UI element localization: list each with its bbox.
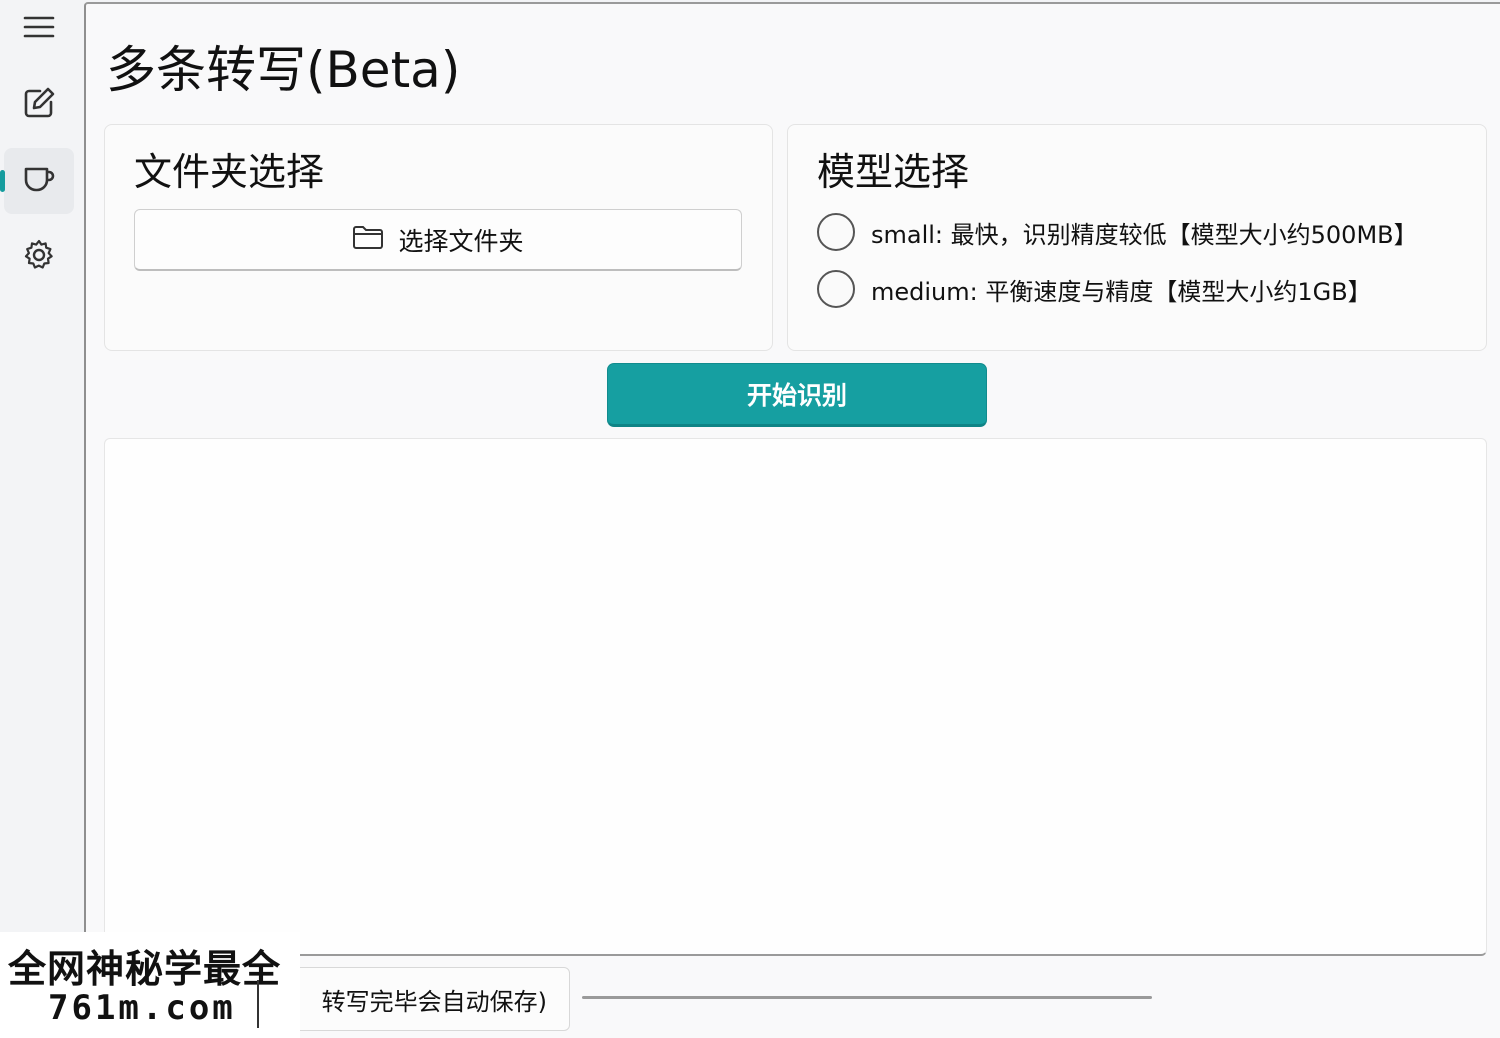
model-select-card: 模型选择 small: 最快，识别精度较低【模型大小约500MB】 medium… bbox=[787, 124, 1487, 351]
menu-button[interactable] bbox=[4, 0, 74, 62]
edit-icon bbox=[22, 86, 56, 124]
nav-item-settings[interactable] bbox=[4, 224, 74, 290]
folder-icon bbox=[352, 224, 384, 256]
radio-button[interactable] bbox=[817, 213, 855, 251]
save-info-label: 转写完毕会自动保存) bbox=[321, 987, 547, 1016]
model-option-medium[interactable]: medium: 平衡速度与精度【模型大小约1GB】 bbox=[817, 270, 1372, 308]
nav-item-transcribe[interactable] bbox=[0, 148, 74, 214]
output-textarea[interactable] bbox=[104, 438, 1487, 956]
hamburger-menu-icon bbox=[23, 13, 55, 45]
watermark-line2: 761m.com bbox=[48, 988, 236, 1028]
select-folder-button[interactable]: 选择文件夹 bbox=[134, 209, 742, 271]
main-content: 多条转写(Beta) 文件夹选择 选择文件夹 模型选择 small: 最快，识别… bbox=[84, 2, 1500, 1038]
watermark-line1: 全网神秘学最全 bbox=[8, 947, 282, 991]
model-option-label: medium: 平衡速度与精度【模型大小约1GB】 bbox=[871, 277, 1372, 306]
progress-bar bbox=[582, 996, 1152, 999]
radio-button[interactable] bbox=[817, 270, 855, 308]
gear-icon bbox=[22, 238, 56, 276]
model-option-small[interactable]: small: 最快，识别精度较低【模型大小约500MB】 bbox=[817, 213, 1418, 251]
watermark: 全网神秘学最全 761m.com bbox=[0, 932, 300, 1038]
folder-select-card: 文件夹选择 选择文件夹 bbox=[104, 124, 773, 351]
save-info-button[interactable]: 转写完毕会自动保存) bbox=[258, 967, 570, 1031]
nav-item-edit[interactable] bbox=[4, 72, 74, 138]
model-card-title: 模型选择 bbox=[817, 150, 970, 194]
model-option-label: small: 最快，识别精度较低【模型大小约500MB】 bbox=[871, 220, 1418, 249]
sidebar bbox=[0, 0, 84, 1038]
start-recognition-button[interactable]: 开始识别 bbox=[607, 363, 987, 427]
cup-icon bbox=[22, 162, 56, 200]
select-folder-label: 选择文件夹 bbox=[398, 226, 524, 256]
watermark-divider bbox=[257, 980, 259, 1028]
folder-card-title: 文件夹选择 bbox=[134, 150, 325, 194]
page-title: 多条转写(Beta) bbox=[106, 41, 461, 99]
